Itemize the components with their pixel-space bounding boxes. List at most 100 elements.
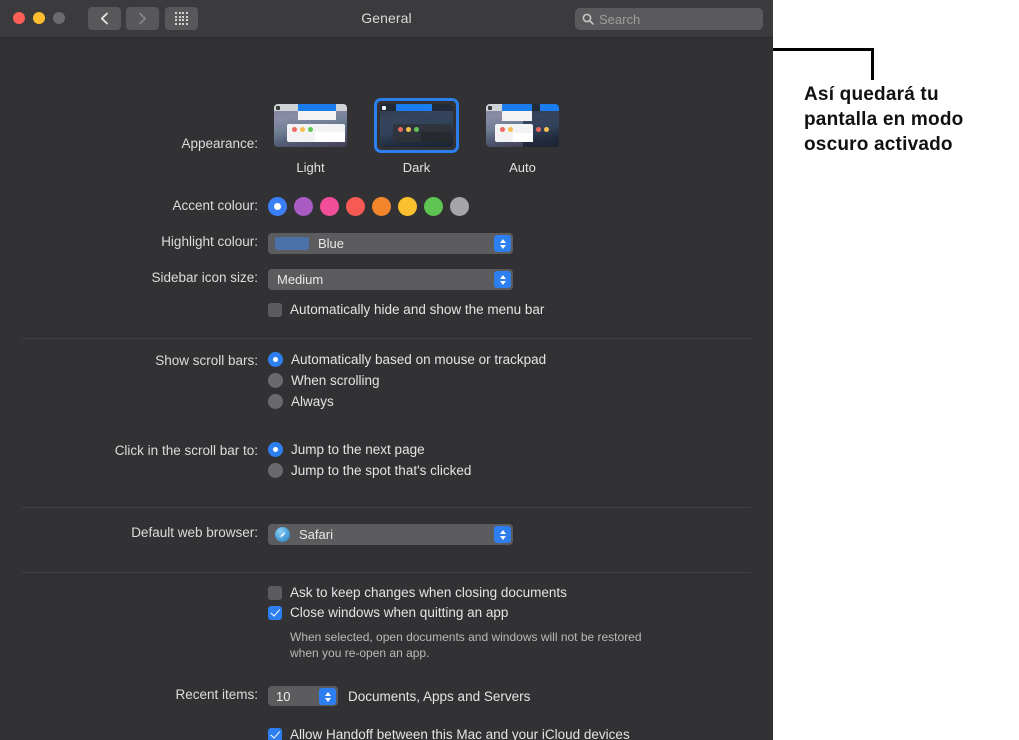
search-icon [582, 13, 594, 25]
close-windows-help-line2: when you re-open an app. [290, 646, 430, 660]
system-preferences-window: General Search Appearance: Light Dark Au… [0, 0, 773, 740]
handoff-row: Allow Handoff between this Mac and your … [0, 727, 773, 740]
accent-colour-row: Accent colour: [0, 197, 773, 216]
divider [22, 572, 751, 573]
scrollbar-radio-when-scrolling[interactable] [268, 373, 283, 388]
recent-items-suffix: Documents, Apps and Servers [348, 688, 531, 704]
auto-thumbnail-frame [480, 98, 565, 153]
scrollbar-label-always: Always [291, 394, 334, 409]
annotation-line-2: pantalla en modo [804, 109, 964, 130]
scrollbar-option-always[interactable]: Always [268, 394, 773, 409]
close-windows-row[interactable]: Close windows when quitting an app [268, 605, 773, 620]
recent-items-label: Recent items: [175, 687, 258, 702]
leader-vertical-segment [871, 48, 874, 80]
menu-bar-row: Automatically hide and show the menu bar [0, 302, 773, 322]
close-windows-help-line1: When selected, open documents and window… [290, 630, 642, 644]
highlight-colour-popup[interactable]: Blue [268, 233, 513, 254]
scroll-click-label-next-page: Jump to the next page [291, 442, 425, 457]
scroll-click-label-spot-clicked: Jump to the spot that's clicked [291, 463, 472, 478]
light-thumbnail-frame [268, 98, 353, 153]
scroll-click-option-next-page[interactable]: Jump to the next page [268, 442, 773, 457]
accent-swatch-red[interactable] [346, 197, 365, 216]
light-thumbnail [274, 104, 347, 147]
appearance-option-auto[interactable]: Auto [480, 98, 565, 175]
highlight-colour-value: Blue [318, 236, 345, 251]
scroll-click-radio-spot-clicked[interactable] [268, 463, 283, 478]
auto-thumbnail [486, 104, 559, 147]
chevron-updown-icon[interactable] [319, 688, 336, 705]
accent-colour-swatches [268, 197, 773, 216]
auto-hide-menu-bar-label: Automatically hide and show the menu bar [290, 302, 545, 317]
close-windows-help: When selected, open documents and window… [290, 629, 773, 661]
appearance-option-dark[interactable]: Dark [374, 98, 459, 175]
sidebar-icon-size-value: Medium [277, 272, 324, 287]
appearance-option-light[interactable]: Light [268, 98, 353, 175]
scroll-bar-click-label: Click in the scroll bar to: [114, 443, 258, 458]
screenshot-root: General Search Appearance: Light Dark Au… [0, 0, 1019, 740]
recent-items-row: Recent items: 10 Documents, Apps and Ser… [0, 686, 773, 706]
default-web-browser-value: Safari [299, 527, 333, 542]
appearance-options: Light Dark Auto [268, 98, 773, 175]
dark-thumbnail [380, 104, 453, 147]
accent-swatch-graphite[interactable] [450, 197, 469, 216]
window-titlebar: General Search [0, 0, 773, 38]
search-input[interactable]: Search [575, 8, 763, 30]
auto-label: Auto [509, 160, 536, 175]
sidebar-icon-size-popup[interactable]: Medium [268, 269, 513, 290]
accent-swatch-green[interactable] [424, 197, 443, 216]
handoff-checkbox[interactable] [268, 727, 282, 740]
recent-items-stepper[interactable]: 10 [268, 686, 338, 706]
handoff-checkbox-row[interactable]: Allow Handoff between this Mac and your … [268, 727, 773, 740]
ask-keep-changes-row[interactable]: Ask to keep changes when closing documen… [268, 585, 773, 600]
scrollbar-radio-automatic[interactable] [268, 352, 283, 367]
leader-horizontal-segment [773, 48, 874, 51]
divider [22, 507, 751, 508]
highlight-colour-chip [275, 237, 309, 250]
highlight-colour-label: Highlight colour: [161, 234, 258, 249]
scrollbar-option-when-scrolling[interactable]: When scrolling [268, 373, 773, 388]
chevron-updown-icon [494, 235, 511, 252]
default-web-browser-row: Default web browser: Safari [0, 524, 773, 545]
appearance-row: Appearance: Light Dark Auto [0, 98, 773, 175]
highlight-colour-row: Highlight colour: Blue [0, 233, 773, 254]
default-web-browser-label: Default web browser: [131, 525, 258, 540]
auto-hide-menu-bar-checkbox[interactable] [268, 302, 282, 317]
accent-swatch-purple[interactable] [294, 197, 313, 216]
divider [22, 338, 751, 339]
annotation-line-3: oscuro activado [804, 134, 953, 155]
show-scroll-bars-row: Show scroll bars: Automatically based on… [0, 352, 773, 415]
dark-label: Dark [402, 160, 431, 175]
ask-keep-changes-checkbox[interactable] [268, 585, 282, 600]
scrollbar-radio-always[interactable] [268, 394, 283, 409]
scroll-bar-click-row: Click in the scroll bar to: Jump to the … [0, 442, 773, 484]
dark-thumbnail-frame [374, 98, 459, 153]
default-web-browser-popup[interactable]: Safari [268, 524, 513, 545]
close-windows-checkbox[interactable] [268, 605, 282, 620]
annotation-line-1: Así quedará tu [804, 84, 939, 105]
documents-options-row: Ask to keep changes when closing documen… [0, 585, 773, 661]
scroll-click-radio-next-page[interactable] [268, 442, 283, 457]
search-placeholder: Search [599, 11, 641, 27]
accent-swatch-yellow[interactable] [398, 197, 417, 216]
safari-icon [275, 527, 290, 542]
scroll-click-option-spot-clicked[interactable]: Jump to the spot that's clicked [268, 463, 773, 478]
light-label: Light [296, 160, 325, 175]
appearance-label: Appearance: [181, 136, 258, 151]
chevron-updown-icon [494, 526, 511, 543]
show-scroll-bars-label: Show scroll bars: [155, 353, 258, 368]
sidebar-icon-size-row: Sidebar icon size: Medium [0, 269, 773, 290]
accent-swatch-orange[interactable] [372, 197, 391, 216]
sidebar-icon-size-label: Sidebar icon size: [151, 270, 258, 285]
handoff-label: Allow Handoff between this Mac and your … [290, 727, 630, 740]
accent-swatch-pink[interactable] [320, 197, 339, 216]
auto-hide-menu-bar-checkbox-row[interactable]: Automatically hide and show the menu bar [268, 302, 773, 317]
close-windows-label: Close windows when quitting an app [290, 605, 509, 620]
ask-keep-changes-label: Ask to keep changes when closing documen… [290, 585, 567, 600]
recent-items-value: 10 [276, 688, 291, 704]
annotation-text: Así quedará tu pantalla en modo oscuro a… [804, 82, 1009, 157]
accent-colour-label: Accent colour: [172, 198, 258, 213]
scrollbar-label-when-scrolling: When scrolling [291, 373, 380, 388]
chevron-updown-icon [494, 271, 511, 288]
scrollbar-option-automatic[interactable]: Automatically based on mouse or trackpad [268, 352, 773, 367]
accent-swatch-blue[interactable] [268, 197, 287, 216]
